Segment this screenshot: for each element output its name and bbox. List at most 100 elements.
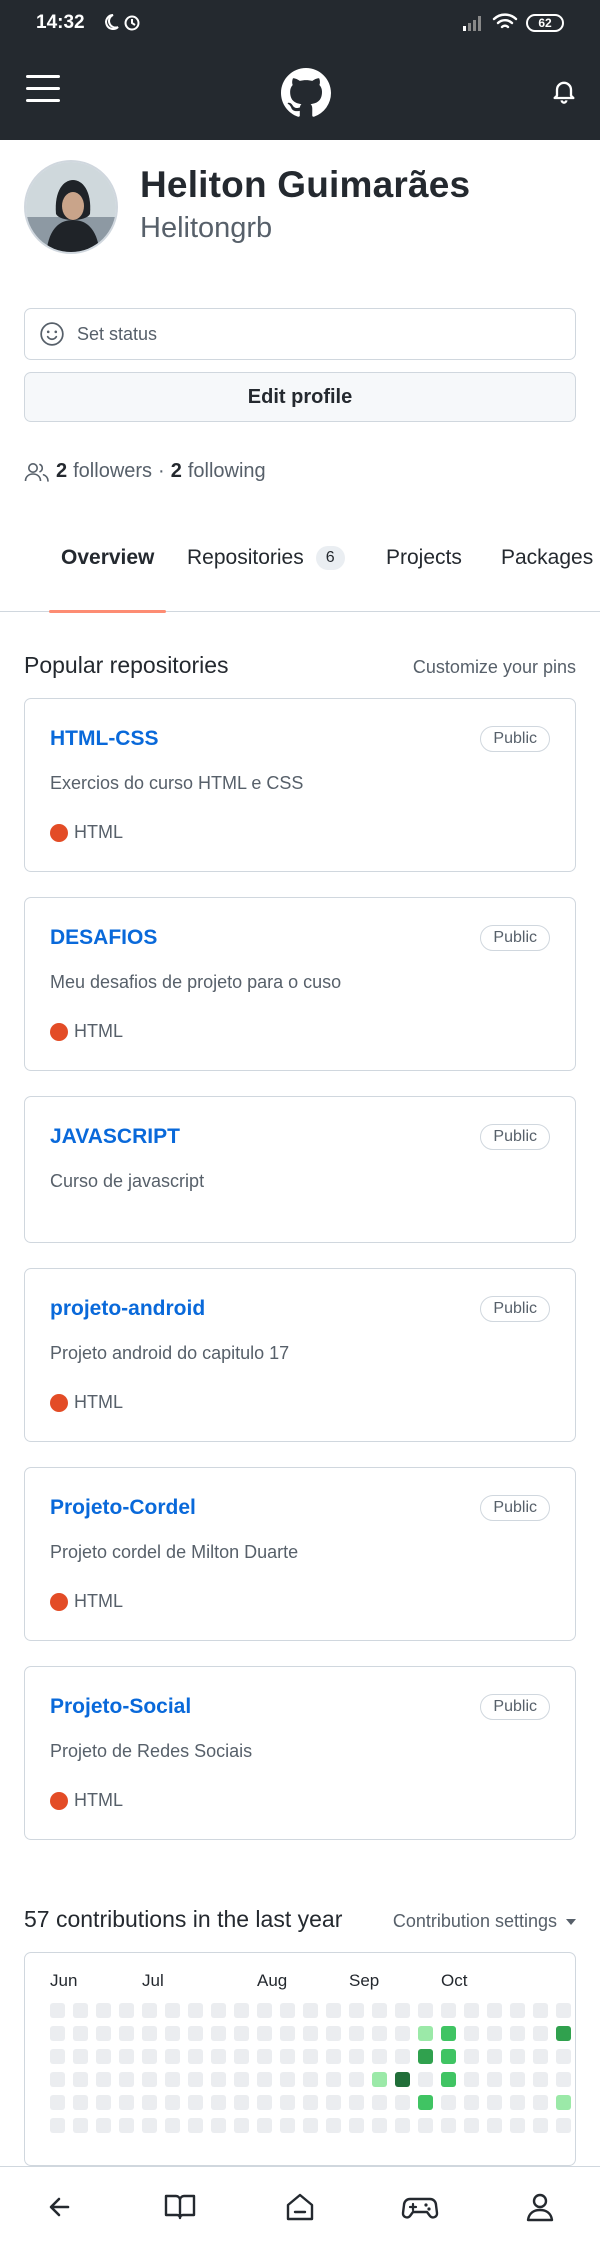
contribution-settings-dropdown[interactable]: Contribution settings xyxy=(393,1911,576,1932)
tab-projects[interactable]: Projects xyxy=(386,546,462,612)
back-icon[interactable] xyxy=(40,2187,80,2227)
contribution-day-cell[interactable] xyxy=(395,2118,410,2133)
contribution-day-cell[interactable] xyxy=(349,2003,364,2018)
contribution-day-cell[interactable] xyxy=(188,2095,203,2110)
contribution-day-cell[interactable] xyxy=(73,2026,88,2041)
contribution-day-cell[interactable] xyxy=(234,2003,249,2018)
contribution-day-cell[interactable] xyxy=(211,2118,226,2133)
repo-card[interactable]: JAVASCRIPT Public Curso de javascript xyxy=(24,1096,576,1243)
contribution-day-cell[interactable] xyxy=(73,2049,88,2064)
contribution-day-cell[interactable] xyxy=(441,2072,456,2087)
contribution-day-cell[interactable] xyxy=(556,2072,571,2087)
contribution-day-cell[interactable] xyxy=(50,2003,65,2018)
contribution-day-cell[interactable] xyxy=(556,2003,571,2018)
repo-card[interactable]: projeto-android Public Projeto android d… xyxy=(24,1268,576,1442)
contribution-day-cell[interactable] xyxy=(165,2049,180,2064)
contribution-day-cell[interactable] xyxy=(372,2095,387,2110)
contribution-day-cell[interactable] xyxy=(441,2026,456,2041)
contribution-day-cell[interactable] xyxy=(165,2003,180,2018)
contribution-day-cell[interactable] xyxy=(441,2049,456,2064)
contribution-day-cell[interactable] xyxy=(510,2118,525,2133)
contribution-day-cell[interactable] xyxy=(73,2095,88,2110)
contribution-day-cell[interactable] xyxy=(211,2049,226,2064)
customize-pins-link[interactable]: Customize your pins xyxy=(413,657,576,678)
contribution-day-cell[interactable] xyxy=(418,2095,433,2110)
contribution-day-cell[interactable] xyxy=(303,2095,318,2110)
contribution-day-cell[interactable] xyxy=(280,2072,295,2087)
contribution-day-cell[interactable] xyxy=(349,2049,364,2064)
contribution-day-cell[interactable] xyxy=(303,2049,318,2064)
bell-icon[interactable] xyxy=(550,76,578,106)
book-icon[interactable] xyxy=(160,2187,200,2227)
contribution-day-cell[interactable] xyxy=(234,2049,249,2064)
contribution-day-cell[interactable] xyxy=(441,2095,456,2110)
contribution-day-cell[interactable] xyxy=(441,2003,456,2018)
contribution-day-cell[interactable] xyxy=(556,2049,571,2064)
contribution-day-cell[interactable] xyxy=(257,2095,272,2110)
menu-icon[interactable] xyxy=(26,75,60,105)
contribution-day-cell[interactable] xyxy=(50,2118,65,2133)
followers-link[interactable]: 2 followers xyxy=(56,460,152,483)
contribution-day-cell[interactable] xyxy=(165,2026,180,2041)
contribution-day-cell[interactable] xyxy=(326,2118,341,2133)
repo-card[interactable]: DESAFIOS Public Meu desafios de projeto … xyxy=(24,897,576,1071)
contribution-day-cell[interactable] xyxy=(211,2095,226,2110)
person-icon[interactable] xyxy=(520,2187,560,2227)
contribution-day-cell[interactable] xyxy=(533,2026,548,2041)
contribution-day-cell[interactable] xyxy=(188,2003,203,2018)
contribution-day-cell[interactable] xyxy=(280,2003,295,2018)
contribution-day-cell[interactable] xyxy=(119,2003,134,2018)
contribution-day-cell[interactable] xyxy=(395,2072,410,2087)
contribution-day-cell[interactable] xyxy=(556,2118,571,2133)
contribution-day-cell[interactable] xyxy=(73,2118,88,2133)
contribution-day-cell[interactable] xyxy=(303,2072,318,2087)
contribution-day-cell[interactable] xyxy=(50,2026,65,2041)
contribution-day-cell[interactable] xyxy=(280,2118,295,2133)
contribution-day-cell[interactable] xyxy=(464,2118,479,2133)
contribution-day-cell[interactable] xyxy=(533,2003,548,2018)
tab-packages[interactable]: Packages xyxy=(501,546,593,612)
contribution-day-cell[interactable] xyxy=(303,2003,318,2018)
contribution-day-cell[interactable] xyxy=(418,2072,433,2087)
contribution-day-cell[interactable] xyxy=(257,2003,272,2018)
following-link[interactable]: 2 following xyxy=(171,460,266,483)
tab-repositories[interactable]: Repositories 6 xyxy=(187,546,345,612)
contribution-day-cell[interactable] xyxy=(418,2003,433,2018)
contribution-day-cell[interactable] xyxy=(142,2095,157,2110)
contribution-day-cell[interactable] xyxy=(441,2118,456,2133)
repo-card[interactable]: Projeto-Social Public Projeto de Redes S… xyxy=(24,1666,576,1840)
contribution-day-cell[interactable] xyxy=(303,2026,318,2041)
contribution-day-cell[interactable] xyxy=(533,2118,548,2133)
contribution-day-cell[interactable] xyxy=(280,2049,295,2064)
contribution-day-cell[interactable] xyxy=(50,2072,65,2087)
contribution-day-cell[interactable] xyxy=(50,2095,65,2110)
contribution-day-cell[interactable] xyxy=(349,2026,364,2041)
contribution-day-cell[interactable] xyxy=(349,2095,364,2110)
contribution-day-cell[interactable] xyxy=(326,2026,341,2041)
contribution-day-cell[interactable] xyxy=(418,2049,433,2064)
contribution-day-cell[interactable] xyxy=(234,2118,249,2133)
repo-name-link[interactable]: HTML-CSS xyxy=(50,727,159,751)
gamepad-icon[interactable] xyxy=(400,2187,440,2227)
contribution-day-cell[interactable] xyxy=(188,2072,203,2087)
contribution-day-cell[interactable] xyxy=(326,2095,341,2110)
contribution-day-cell[interactable] xyxy=(395,2095,410,2110)
contribution-day-cell[interactable] xyxy=(556,2026,571,2041)
contribution-day-cell[interactable] xyxy=(234,2026,249,2041)
contribution-day-cell[interactable] xyxy=(372,2118,387,2133)
contribution-day-cell[interactable] xyxy=(119,2095,134,2110)
contribution-day-cell[interactable] xyxy=(96,2003,111,2018)
contribution-day-cell[interactable] xyxy=(556,2095,571,2110)
repo-name-link[interactable]: DESAFIOS xyxy=(50,926,157,950)
repo-name-link[interactable]: JAVASCRIPT xyxy=(50,1125,180,1149)
contribution-day-cell[interactable] xyxy=(510,2072,525,2087)
contribution-day-cell[interactable] xyxy=(142,2072,157,2087)
home-icon[interactable] xyxy=(280,2187,320,2227)
repo-card[interactable]: Projeto-Cordel Public Projeto cordel de … xyxy=(24,1467,576,1641)
contribution-day-cell[interactable] xyxy=(510,2026,525,2041)
contribution-day-cell[interactable] xyxy=(257,2118,272,2133)
contribution-day-cell[interactable] xyxy=(142,2049,157,2064)
contribution-day-cell[interactable] xyxy=(96,2118,111,2133)
contribution-day-cell[interactable] xyxy=(257,2049,272,2064)
contribution-day-cell[interactable] xyxy=(188,2026,203,2041)
